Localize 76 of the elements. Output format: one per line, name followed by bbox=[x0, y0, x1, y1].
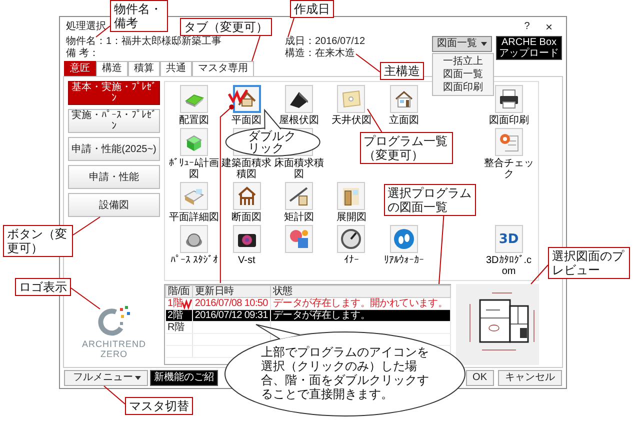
leader-line bbox=[104, 386, 126, 404]
category-button[interactable]: 設備図 bbox=[68, 193, 160, 217]
leader-line bbox=[438, 216, 444, 284]
annotation-label: 選択図面のプレビュー bbox=[548, 247, 630, 279]
close-button[interactable]: × bbox=[538, 18, 560, 36]
program-item[interactable]: ﾎﾞﾘｭｰﾑ計画図 bbox=[168, 128, 220, 180]
program-item[interactable]: ﾘｱﾙｳｫｰｶｰ bbox=[378, 225, 430, 277]
leader-dot bbox=[229, 104, 234, 110]
menu-item[interactable]: 一括立上 bbox=[433, 55, 493, 68]
news-button[interactable]: 新機能のご紹 bbox=[150, 370, 218, 386]
program-item[interactable]: V-st bbox=[220, 225, 273, 277]
column-header[interactable]: 更新日時 bbox=[192, 286, 270, 298]
annotation-label: 物件名・備考 bbox=[110, 0, 168, 32]
3d-logo: 3D bbox=[494, 225, 523, 253]
remarks-label: 備 考： bbox=[66, 48, 99, 59]
tab[interactable]: 積算 bbox=[128, 61, 160, 76]
created-date: 成日：2016/07/12 bbox=[285, 36, 366, 47]
category-button[interactable]: 申請・性能(2025~) bbox=[68, 137, 160, 161]
program-item[interactable]: 天井伏図 bbox=[325, 85, 378, 126]
leader-line bbox=[70, 288, 100, 310]
program-item[interactable]: 屋根伏図 bbox=[272, 85, 326, 126]
list-dropdown[interactable]: 図面一覧 bbox=[432, 36, 492, 52]
program-item[interactable]: 立面図 bbox=[378, 85, 430, 126]
logo-text: ARCHITREND bbox=[82, 339, 146, 349]
column-header[interactable]: 状態 bbox=[270, 286, 450, 298]
cancel-button[interactable]: キャンセル bbox=[498, 370, 562, 386]
program-item[interactable]: 断面図 bbox=[220, 182, 273, 223]
tab[interactable]: 共通 bbox=[160, 61, 192, 76]
annotation-label: タブ（変更可） bbox=[180, 18, 272, 36]
table-cell: 2016/07/12 09:31 bbox=[192, 310, 270, 322]
annotation-label: マスタ切替 bbox=[125, 397, 193, 415]
check-mark-icon bbox=[228, 89, 248, 103]
upload-button[interactable]: ARCHE Boxアップロード bbox=[496, 36, 562, 60]
leader-line bbox=[72, 216, 100, 236]
annotation-label: 選択プログラムの図面一覧 bbox=[384, 184, 476, 216]
annotation-label: 作成日 bbox=[290, 0, 334, 18]
window-title: 処理選択 bbox=[66, 20, 106, 34]
program-item[interactable]: 整合チェック bbox=[482, 128, 535, 180]
ok-button[interactable]: OK bbox=[466, 370, 494, 386]
program-item[interactable]: 3D 3Dｶﾀﾛｸﾞ.com bbox=[482, 225, 535, 277]
category-button[interactable]: 申請・性能 bbox=[68, 165, 160, 189]
leader-line bbox=[252, 36, 260, 62]
annotation-label: ボタン（変更可） bbox=[3, 225, 73, 257]
tab[interactable]: 意匠 bbox=[64, 61, 96, 76]
leader-line bbox=[530, 264, 548, 284]
annotation-label: ロゴ表示 bbox=[15, 278, 71, 296]
program-item[interactable]: ｲﾅｰ bbox=[325, 225, 378, 277]
program-item[interactable]: 配置図 bbox=[168, 85, 220, 126]
check-mark-icon bbox=[182, 298, 192, 310]
program-item[interactable]: 矩計図 bbox=[272, 182, 326, 223]
program-item[interactable]: ﾊﾟｰｽ ｽﾀｼﾞｵ bbox=[168, 225, 220, 277]
category-button[interactable]: 実施・ﾊﾟｰｽ・ﾌﾟﾚｾﾞﾝ bbox=[68, 109, 160, 133]
help-button[interactable]: ? bbox=[516, 19, 538, 34]
column-header[interactable]: 階/面 bbox=[166, 286, 192, 298]
menu-dropdown[interactable]: フルメニュー bbox=[64, 370, 148, 386]
table-cell: R階 bbox=[166, 322, 192, 334]
tab[interactable]: 構造 bbox=[96, 61, 128, 76]
program-item[interactable]: 平面詳細図 bbox=[168, 182, 220, 223]
tooltip-text: 上部でプログラムのアイコンを選択（クリックのみ）した場合、階・面をダブルクリックすることで直接開きます。 bbox=[261, 345, 430, 401]
table-cell: データが存在します。 bbox=[270, 310, 450, 322]
caret-icon bbox=[135, 376, 141, 380]
table-cell: 2階 bbox=[166, 310, 192, 322]
program-item[interactable]: 展開図 bbox=[325, 182, 378, 223]
leader-line bbox=[288, 18, 294, 38]
annotation-label: 主構造 bbox=[380, 62, 424, 80]
structure-text: 構造：在来木造 bbox=[285, 48, 355, 59]
table-row[interactable]: 2階 2016/07/12 09:31 データが存在します。 bbox=[166, 310, 450, 322]
menu-item[interactable]: 図面一覧 bbox=[433, 68, 493, 81]
annotation-label: プログラム一覧（変更可） bbox=[360, 132, 453, 164]
caret-icon bbox=[481, 42, 487, 46]
leader-line bbox=[356, 54, 380, 72]
logo-text: ZERO bbox=[100, 349, 128, 359]
tooltip-text: ダブルクリック bbox=[248, 130, 297, 154]
property-name: 物件名：1：福井太郎様邸新築工事 bbox=[66, 36, 222, 47]
tab[interactable]: マスタ専用 bbox=[192, 61, 254, 76]
category-button[interactable]: 基本・実施・ﾌﾟﾚｾﾞﾝ bbox=[68, 81, 160, 105]
